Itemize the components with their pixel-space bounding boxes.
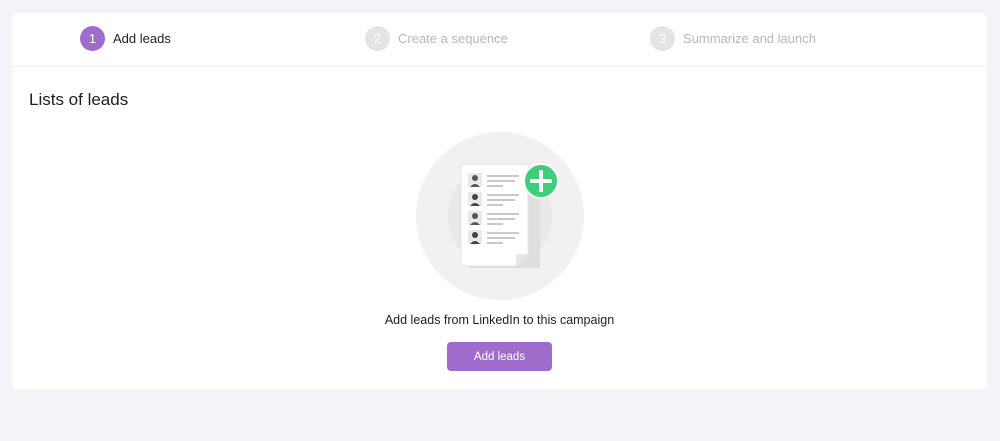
empty-state-message: Add leads from LinkedIn to this campaign — [384, 313, 615, 327]
step-number-badge: 3 — [650, 25, 675, 51]
step-number-badge: 1 — [80, 25, 105, 51]
step-label: Add leads — [113, 30, 171, 46]
step-label: Summarize and launch — [683, 30, 816, 46]
lead-list-add-icon — [416, 132, 584, 300]
step-create-sequence[interactable]: 2 Create a sequence — [365, 25, 508, 51]
campaign-card: 1 Add leads 2 Create a sequence 3 Summar… — [12, 13, 987, 389]
add-leads-button[interactable]: Add leads — [447, 342, 552, 371]
step-number-badge: 2 — [365, 25, 390, 51]
step-label: Create a sequence — [398, 30, 508, 46]
stepper: 1 Add leads 2 Create a sequence 3 Summar… — [12, 13, 987, 67]
step-summarize-launch[interactable]: 3 Summarize and launch — [650, 25, 816, 51]
page-title: Lists of leads — [29, 90, 129, 109]
step-add-leads[interactable]: 1 Add leads — [80, 25, 171, 51]
